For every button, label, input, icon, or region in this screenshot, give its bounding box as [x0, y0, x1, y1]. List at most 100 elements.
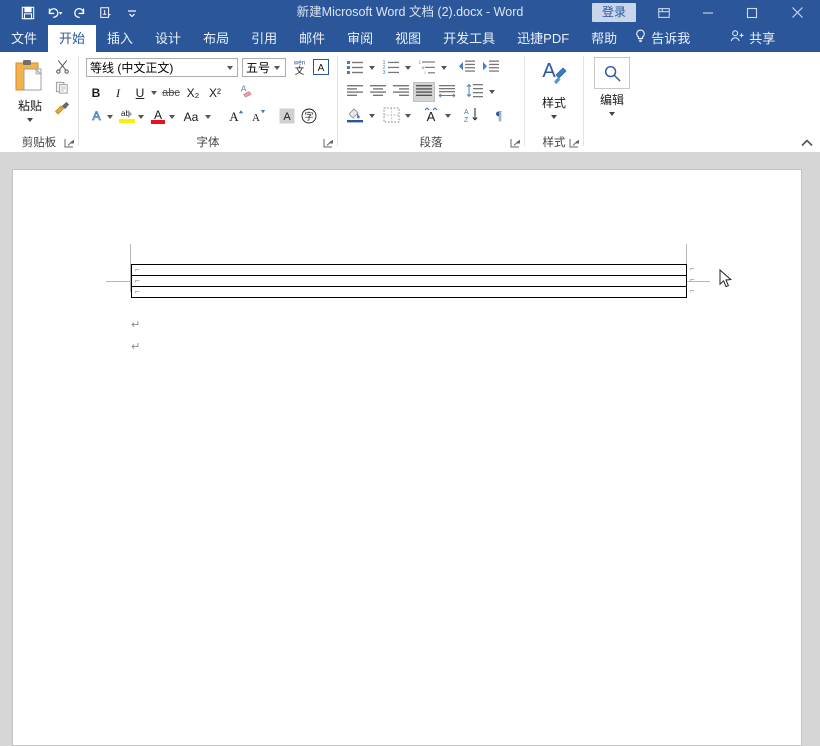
text-effects-caret-icon[interactable]	[105, 107, 115, 127]
styles-dialog-launcher-icon[interactable]	[569, 138, 580, 149]
save-icon[interactable]	[16, 2, 40, 24]
tab-references[interactable]: 引用	[240, 25, 288, 52]
document-table[interactable]: ⌐ ⌐ ⌐ ⌐ ⌐ ⌐	[131, 264, 687, 298]
bullets-button[interactable]	[344, 58, 366, 78]
borders-caret-icon[interactable]	[403, 106, 413, 126]
underline-button[interactable]: U	[130, 83, 150, 103]
asian-layout-caret-icon[interactable]	[443, 106, 453, 126]
bold-button[interactable]: B	[86, 83, 106, 103]
tab-view[interactable]: 视图	[384, 25, 432, 52]
collapse-ribbon-icon[interactable]	[800, 136, 814, 150]
highlight-caret-icon[interactable]	[136, 107, 146, 127]
distribute-button[interactable]	[436, 82, 458, 102]
paragraph-mark: ↵	[131, 342, 140, 353]
paragraph-dialog-launcher-icon[interactable]	[510, 138, 521, 149]
phonetic-guide-button[interactable]: wén 文	[289, 58, 309, 78]
ribbon-display-options-icon[interactable]	[642, 0, 686, 25]
font-color-button[interactable]: A	[148, 107, 168, 127]
editing-button[interactable]: 编辑	[584, 57, 640, 129]
tab-home[interactable]: 开始	[48, 25, 96, 52]
asian-layout-button[interactable]: A	[420, 106, 442, 126]
subscript-button[interactable]: X₂	[183, 83, 203, 103]
shading-button[interactable]	[344, 106, 366, 126]
enclose-character-button[interactable]: 字	[299, 107, 319, 127]
paste-button[interactable]: 粘贴	[8, 57, 52, 123]
clipboard-dialog-launcher-icon[interactable]	[64, 138, 75, 149]
maximize-icon[interactable]	[730, 0, 774, 25]
highlight-icon: ab	[118, 107, 136, 128]
sign-in-button[interactable]: 登录	[592, 3, 636, 22]
redo-icon[interactable]	[68, 2, 92, 24]
strikethrough-button[interactable]: abc	[161, 83, 181, 103]
numbering-button[interactable]: 1 2 3	[380, 58, 402, 78]
font-name-value: 等线 (中文正文)	[90, 59, 223, 76]
touch-mode-icon[interactable]	[94, 2, 118, 24]
line-spacing-button[interactable]	[464, 82, 486, 102]
character-shading-button[interactable]: A	[277, 107, 297, 127]
ribbon-group-styles: A 样式 样式	[525, 52, 583, 152]
align-left-button[interactable]	[344, 82, 366, 102]
format-painter-button[interactable]	[52, 100, 72, 120]
share-button[interactable]: 共享	[719, 25, 789, 52]
tell-me-box[interactable]: 告诉我	[628, 25, 701, 52]
styles-dropdown-caret-icon[interactable]	[551, 115, 557, 119]
editing-dropdown-caret-icon[interactable]	[609, 112, 615, 116]
multilevel-caret-icon[interactable]	[439, 58, 449, 78]
underline-dropdown-caret-icon[interactable]	[149, 83, 159, 103]
character-border-button[interactable]: A	[311, 58, 331, 78]
justify-button[interactable]	[413, 82, 435, 102]
tab-insert[interactable]: 插入	[96, 25, 144, 52]
text-effects-button[interactable]: A	[86, 107, 106, 127]
copy-button[interactable]	[52, 79, 72, 99]
tab-mailings[interactable]: 邮件	[288, 25, 336, 52]
minimize-icon[interactable]	[686, 0, 730, 25]
clear-formatting-button[interactable]: A	[235, 83, 255, 103]
table-row[interactable]: ⌐ ⌐	[132, 287, 686, 298]
italic-button[interactable]: I	[108, 83, 128, 103]
document-workspace[interactable]: ⌐ ⌐ ⌐ ⌐ ⌐ ⌐ ↵ ↵	[0, 152, 820, 746]
paste-dropdown-caret-icon[interactable]	[27, 118, 33, 122]
show-marks-button[interactable]: ¶	[488, 106, 510, 126]
customize-qat-icon[interactable]	[120, 2, 144, 24]
grow-font-button[interactable]: A	[227, 107, 247, 127]
font-dialog-launcher-icon[interactable]	[323, 138, 334, 149]
font-name-combobox[interactable]: 等线 (中文正文)	[86, 58, 238, 77]
document-page[interactable]: ⌐ ⌐ ⌐ ⌐ ⌐ ⌐ ↵ ↵	[12, 169, 802, 746]
multilevel-list-button[interactable]: 1 a i	[416, 58, 438, 78]
change-case-caret-icon[interactable]	[203, 107, 213, 127]
tab-review[interactable]: 审阅	[336, 25, 384, 52]
shading-caret-icon[interactable]	[367, 106, 377, 126]
chevron-down-icon[interactable]	[274, 66, 280, 70]
tab-developer[interactable]: 开发工具	[432, 25, 506, 52]
chevron-down-icon[interactable]	[227, 66, 233, 70]
highlight-color-button[interactable]: ab	[117, 107, 137, 127]
undo-icon[interactable]	[42, 2, 66, 24]
tab-help[interactable]: 帮助	[580, 25, 628, 52]
table-row[interactable]: ⌐ ⌐	[132, 276, 686, 287]
align-right-button[interactable]	[390, 82, 412, 102]
tab-design[interactable]: 设计	[144, 25, 192, 52]
increase-indent-button[interactable]	[480, 58, 502, 78]
tab-file[interactable]: 文件	[0, 25, 48, 52]
borders-button[interactable]	[380, 106, 402, 126]
align-center-button[interactable]	[367, 82, 389, 102]
borders-icon	[383, 107, 400, 126]
line-spacing-caret-icon[interactable]	[487, 82, 497, 102]
font-size-combobox[interactable]: 五号	[242, 58, 286, 77]
cut-button[interactable]	[52, 58, 72, 78]
font-color-caret-icon[interactable]	[167, 107, 177, 127]
superscript-button[interactable]: X²	[205, 83, 225, 103]
decrease-indent-button[interactable]	[456, 58, 478, 78]
sort-button[interactable]: A Z	[460, 106, 482, 126]
close-icon[interactable]	[774, 0, 820, 25]
tab-layout[interactable]: 布局	[192, 25, 240, 52]
styles-button[interactable]: A 样式	[525, 57, 583, 129]
window-controls: 登录	[592, 0, 820, 25]
shrink-font-button[interactable]: A	[249, 107, 269, 127]
numbering-caret-icon[interactable]	[403, 58, 413, 78]
bullets-caret-icon[interactable]	[367, 58, 377, 78]
tab-xunjie-pdf[interactable]: 迅捷PDF	[506, 25, 580, 52]
paintbrush-icon	[54, 101, 70, 120]
table-row[interactable]: ⌐ ⌐	[132, 265, 686, 276]
change-case-button[interactable]: Aa	[179, 107, 203, 127]
